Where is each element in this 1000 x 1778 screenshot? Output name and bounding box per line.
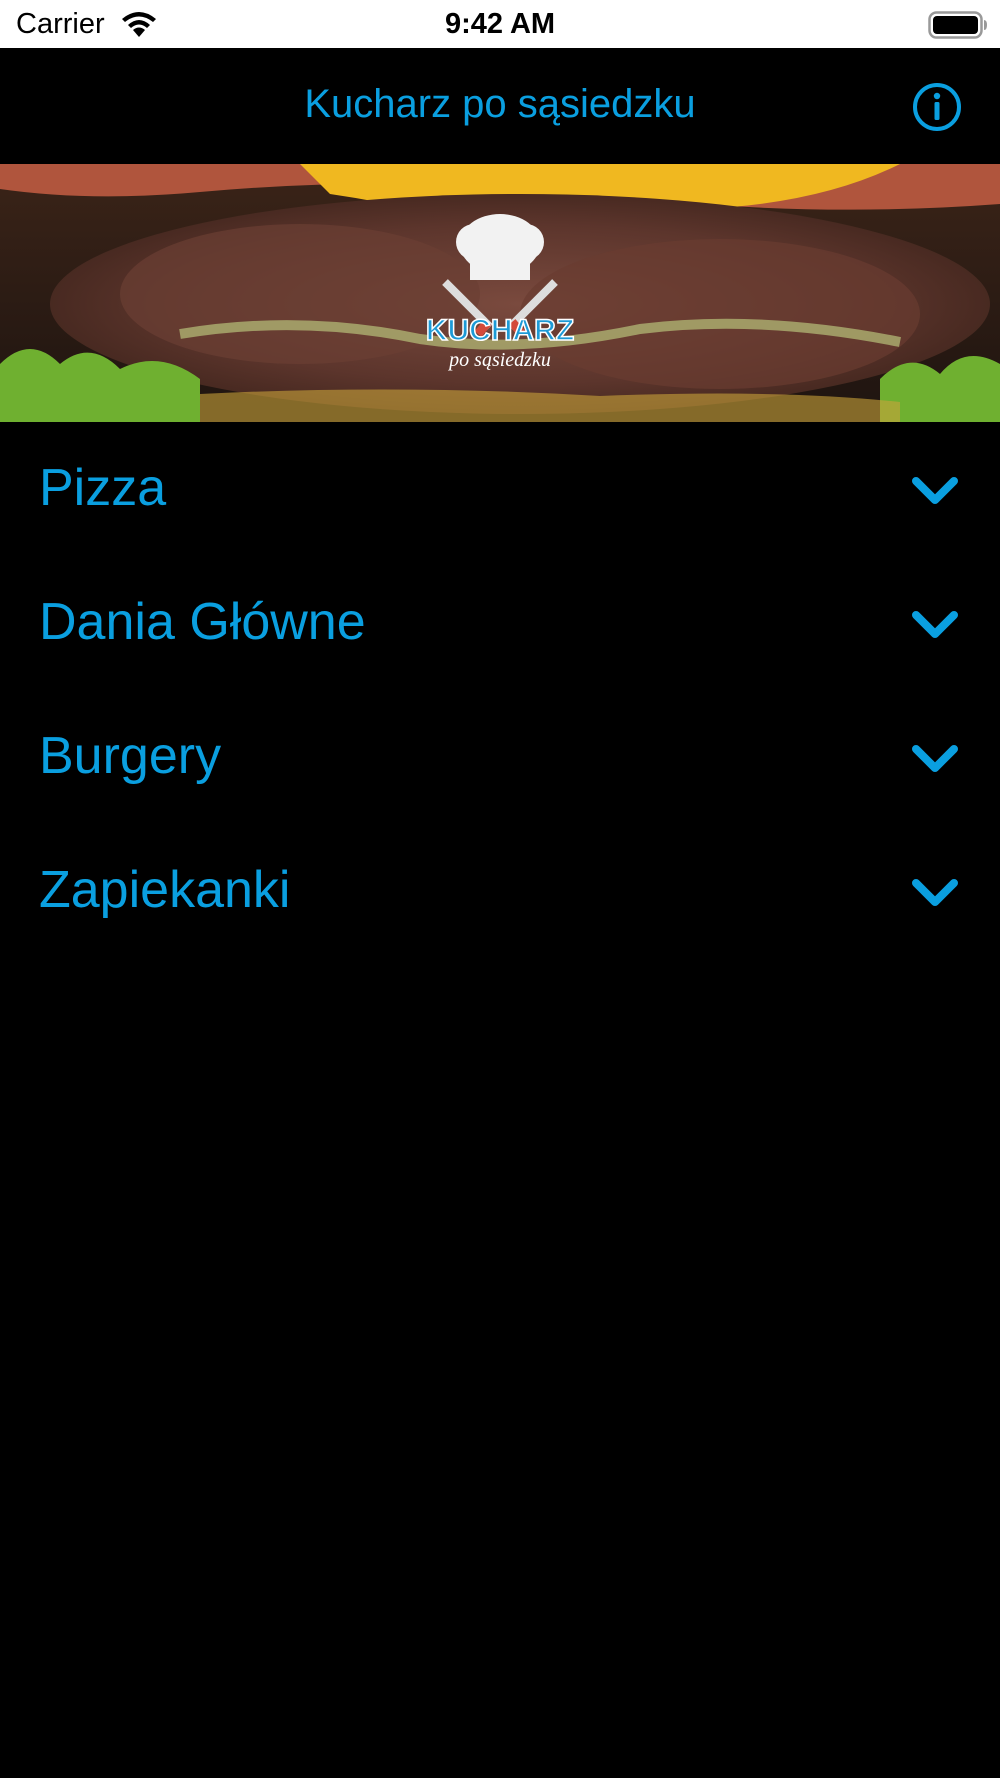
chevron-down-icon <box>912 879 958 906</box>
battery-icon <box>928 11 988 44</box>
menu-item-label: Zapiekanki <box>39 861 291 919</box>
menu-item-burgery[interactable]: Burgery <box>0 690 1000 824</box>
svg-text:po sąsiedzku: po sąsiedzku <box>447 349 551 371</box>
menu-category-list: Pizza Dania Główne Burgery Zapiekanki <box>0 422 1000 958</box>
clock-time: 9:42 AM <box>444 8 556 40</box>
menu-item-label: Burgery <box>39 727 222 785</box>
menu-item-dania-glowne[interactable]: Dania Główne <box>0 556 1000 690</box>
page-title: Kucharz po sąsiedzku <box>304 82 696 126</box>
chevron-down-icon <box>912 611 958 638</box>
chevron-down-icon <box>912 745 958 772</box>
menu-item-label: Pizza <box>39 459 167 517</box>
status-bar: Carrier 9:42 AM <box>0 0 1000 48</box>
info-button[interactable] <box>912 82 962 132</box>
navigation-bar: Kucharz po sąsiedzku <box>0 48 1000 164</box>
burger-photo: KUCHARZ po sąsiedzku <box>0 164 1000 422</box>
hero-banner: KUCHARZ po sąsiedzku <box>0 164 1000 422</box>
svg-text:KUCHARZ: KUCHARZ <box>426 314 574 347</box>
info-circle-icon <box>913 83 961 131</box>
menu-item-zapiekanki[interactable]: Zapiekanki <box>0 824 1000 958</box>
chevron-down-icon <box>912 477 958 504</box>
menu-item-pizza[interactable]: Pizza <box>0 422 1000 556</box>
menu-item-label: Dania Główne <box>39 593 366 651</box>
